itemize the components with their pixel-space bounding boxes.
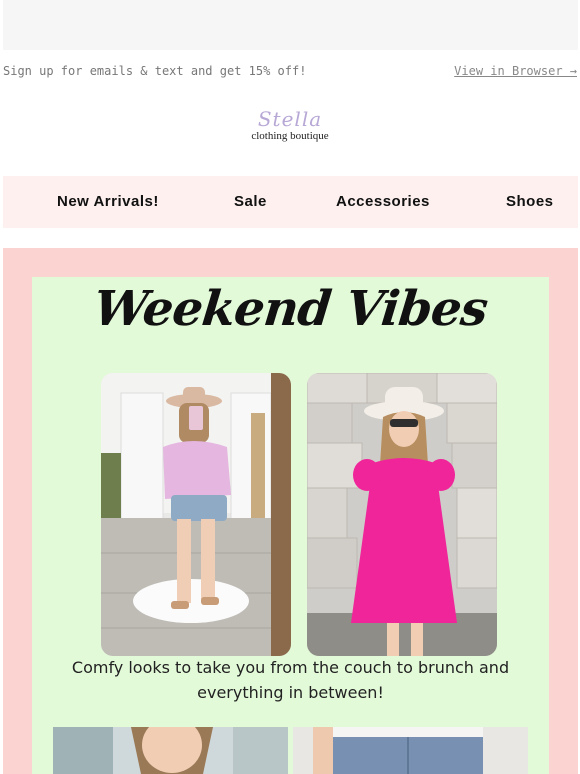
nav-item-sale[interactable]: Sale bbox=[234, 193, 267, 210]
photo-bottom-left[interactable] bbox=[53, 727, 288, 774]
photo-bottom-right[interactable] bbox=[293, 727, 528, 774]
photo-lilac-top-outfit[interactable] bbox=[101, 373, 291, 656]
hero-section: Weekend Vibes Comfy looks to take you fr… bbox=[3, 248, 578, 774]
top-banner-strip bbox=[3, 0, 578, 50]
hero-headline: Weekend Vibes bbox=[91, 281, 490, 337]
hero-card[interactable]: Weekend Vibes Comfy looks to take you fr… bbox=[32, 277, 549, 774]
logo-subtitle: clothing boutique bbox=[251, 130, 329, 142]
nav-item-new-arrivals[interactable]: New Arrivals! bbox=[57, 193, 159, 210]
brand-logo[interactable]: Stella clothing boutique bbox=[240, 108, 340, 150]
photo-pink-dress-outfit[interactable] bbox=[307, 373, 497, 656]
main-nav: New Arrivals! Sale Accessories Shoes bbox=[3, 176, 578, 228]
nav-item-accessories[interactable]: Accessories bbox=[336, 193, 430, 210]
nav-item-shoes[interactable]: Shoes bbox=[506, 193, 554, 210]
preheader-bar: Sign up for emails & text and get 15% of… bbox=[0, 62, 580, 82]
hero-caption-line-2: everything in between! bbox=[197, 683, 384, 702]
hero-caption-line-1: Comfy looks to take you from the couch t… bbox=[71, 658, 510, 677]
hero-caption: Comfy looks to take you from the couch t… bbox=[32, 655, 549, 705]
signup-promo-text: Sign up for emails & text and get 15% of… bbox=[3, 64, 307, 78]
view-in-browser-link[interactable]: View in Browser → bbox=[454, 64, 577, 78]
logo-script-text: Stella bbox=[257, 107, 323, 131]
